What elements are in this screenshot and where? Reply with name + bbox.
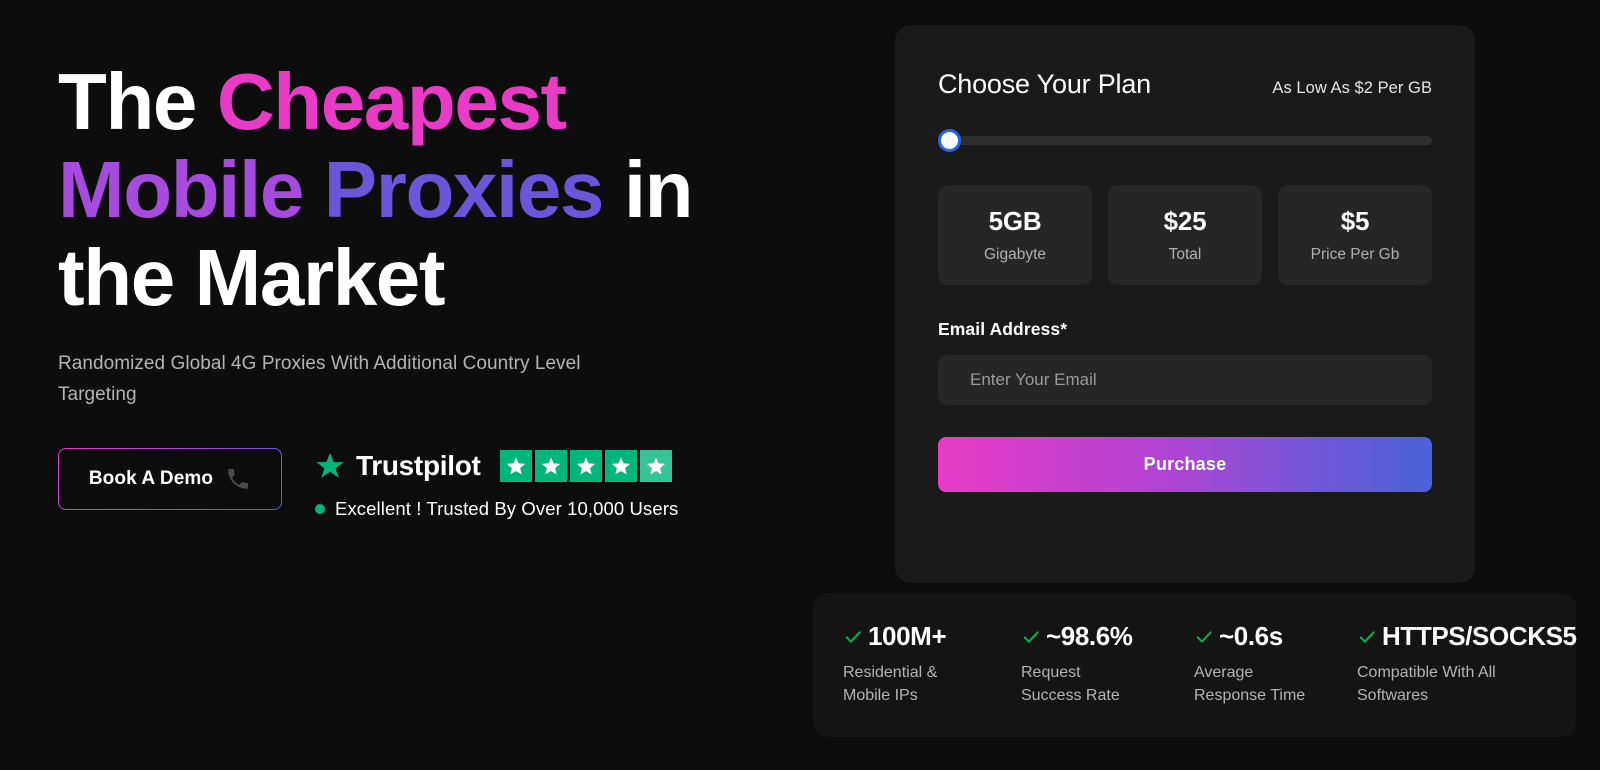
stat-box-gigabyte: 5GB Gigabyte bbox=[938, 185, 1092, 285]
trustpilot-header: Trustpilot bbox=[315, 450, 678, 482]
trust-stat-top: HTTPS/SOCKS5 bbox=[1357, 621, 1577, 652]
slider-track[interactable] bbox=[946, 135, 1432, 145]
trust-stat-value: HTTPS/SOCKS5 bbox=[1382, 621, 1577, 651]
stat-value: 5GB bbox=[988, 206, 1042, 236]
headline-word: Cheapest bbox=[216, 57, 567, 146]
star-icon bbox=[534, 450, 567, 482]
choose-plan-card: Choose Your Plan As Low As $2 Per GB 5GB… bbox=[895, 25, 1475, 583]
trust-stat-value: ~0.6s bbox=[1219, 621, 1283, 651]
stat-box-price-per-gb: $5 Price Per Gb bbox=[1278, 185, 1432, 285]
check-icon bbox=[1359, 630, 1375, 643]
headline-word: The bbox=[58, 57, 217, 146]
headline-word bbox=[303, 145, 324, 234]
trust-stat-item: ~0.6s Average Response Time bbox=[1194, 621, 1329, 737]
trust-stat-item: 100M+ Residential & Mobile IPs bbox=[843, 621, 993, 737]
stat-label: Total bbox=[1168, 246, 1202, 263]
star-icon bbox=[604, 450, 637, 482]
headline-word: Mobile bbox=[58, 145, 304, 234]
phone-icon bbox=[228, 468, 249, 489]
trust-stat-top: ~0.6s bbox=[1194, 621, 1329, 652]
book-a-demo-label: Book A Demo bbox=[88, 468, 214, 489]
email-input[interactable] bbox=[938, 355, 1432, 405]
hero-cta-row: Book A Demo Trustpilot Excellent ! Trust… bbox=[58, 448, 758, 520]
plan-price-note: As Low As $2 Per GB bbox=[1272, 79, 1432, 97]
trust-stat-value: 100M+ bbox=[868, 621, 947, 651]
hero-left-column: The Cheapest Mobile Proxies in the Market … bbox=[58, 58, 758, 520]
headline-word: in bbox=[603, 145, 694, 234]
trust-stat-value: ~98.6% bbox=[1046, 621, 1133, 651]
trust-stats-bar: 100M+ Residential & Mobile IPs ~98.6% Re… bbox=[813, 593, 1577, 737]
trust-stat-desc: Compatible With All Softwares bbox=[1357, 664, 1496, 704]
hero-subheading: Randomized Global 4G Proxies With Additi… bbox=[58, 353, 581, 405]
purchase-button[interactable]: Purchase bbox=[938, 437, 1432, 492]
trustpilot-brand-label: Trustpilot bbox=[356, 450, 481, 481]
check-icon bbox=[1196, 630, 1212, 643]
email-field-label: Email Address* bbox=[938, 319, 1068, 339]
trustpilot-caption-row: Excellent ! Trusted By Over 10,000 Users bbox=[315, 498, 678, 520]
trustpilot-star-icon bbox=[316, 453, 344, 478]
trustpilot-stars bbox=[499, 450, 672, 482]
page-title: The Cheapest Mobile Proxies in the Market bbox=[58, 58, 758, 322]
headline-word: Proxies bbox=[323, 145, 605, 234]
star-icon bbox=[499, 450, 532, 482]
stat-label: Gigabyte bbox=[983, 246, 1047, 263]
plan-stat-boxes: 5GB Gigabyte $25 Total $5 Price Per Gb bbox=[938, 185, 1432, 285]
trust-stat-item: HTTPS/SOCKS5 Compatible With All Softwar… bbox=[1357, 621, 1577, 737]
slider-thumb[interactable] bbox=[938, 128, 961, 152]
status-dot-icon bbox=[315, 504, 325, 514]
trust-stat-item: ~98.6% Request Success Rate bbox=[1021, 621, 1166, 737]
plan-header: Choose Your Plan As Low As $2 Per GB bbox=[938, 69, 1432, 100]
plan-title: Choose Your Plan bbox=[938, 69, 1151, 99]
stat-value: $5 bbox=[1340, 206, 1370, 236]
plan-size-slider[interactable] bbox=[938, 128, 1432, 152]
trust-stat-desc: Request Success Rate bbox=[1021, 664, 1120, 704]
check-icon bbox=[845, 630, 861, 643]
trust-stat-top: 100M+ bbox=[843, 621, 993, 652]
star-icon-half bbox=[639, 450, 672, 482]
stat-label: Price Per Gb bbox=[1310, 246, 1400, 263]
trustpilot-rating: Trustpilot Excellent ! Trusted By Over 1… bbox=[315, 448, 678, 520]
check-icon bbox=[1023, 630, 1039, 643]
headline-word: the Market bbox=[58, 233, 446, 322]
trust-stat-top: ~98.6% bbox=[1021, 621, 1166, 652]
star-icon bbox=[569, 450, 602, 482]
trust-stat-desc: Average Response Time bbox=[1194, 664, 1306, 704]
trust-stat-desc: Residential & Mobile IPs bbox=[843, 664, 938, 704]
hero-section: The Cheapest Mobile Proxies in the Market … bbox=[0, 0, 1600, 770]
stat-value: $25 bbox=[1163, 206, 1207, 236]
book-a-demo-button[interactable]: Book A Demo bbox=[58, 448, 282, 510]
trustpilot-caption: Excellent ! Trusted By Over 10,000 Users bbox=[335, 498, 679, 519]
stat-box-total: $25 Total bbox=[1108, 185, 1262, 285]
